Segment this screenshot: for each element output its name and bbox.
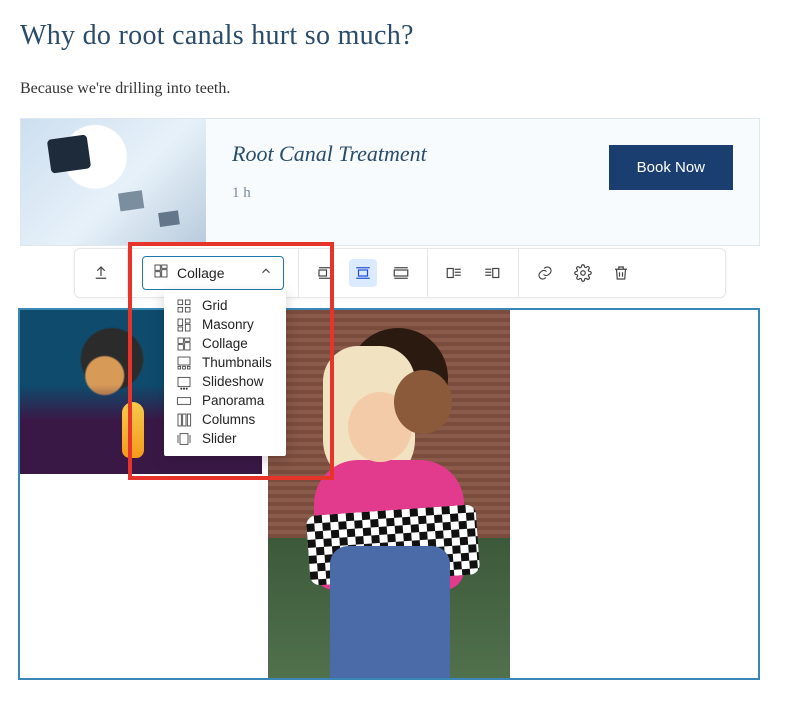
layout-option-label: Masonry xyxy=(202,316,254,333)
layout-option-slider[interactable]: Slider xyxy=(164,429,286,448)
layout-option-thumbnails[interactable]: Thumbnails xyxy=(164,353,286,372)
page-title: Why do root canals hurt so much? xyxy=(20,20,769,52)
wrap-right-icon[interactable] xyxy=(478,259,506,287)
chevron-up-icon xyxy=(259,264,273,283)
layout-dropdown: Grid Masonry Collage Thumbnails Slidesho… xyxy=(164,290,286,456)
settings-icon[interactable] xyxy=(569,259,597,287)
layout-select[interactable]: Collage xyxy=(142,256,284,290)
delete-icon[interactable] xyxy=(607,259,635,287)
link-icon[interactable] xyxy=(531,259,559,287)
service-title: Root Canal Treatment xyxy=(232,141,427,167)
layout-option-label: Thumbnails xyxy=(202,354,272,371)
layout-option-label: Collage xyxy=(202,335,248,352)
layout-option-panorama[interactable]: Panorama xyxy=(164,391,286,410)
layout-option-label: Grid xyxy=(202,297,228,314)
align-center-icon[interactable] xyxy=(349,259,377,287)
layout-select-label: Collage xyxy=(177,265,251,281)
service-duration: 1 h xyxy=(232,185,427,202)
book-now-button[interactable]: Book Now xyxy=(609,145,733,190)
service-thumbnail xyxy=(21,119,206,245)
gallery-image-2[interactable] xyxy=(268,310,510,678)
layout-option-grid[interactable]: Grid xyxy=(164,296,286,315)
layout-option-label: Panorama xyxy=(202,392,264,409)
image-gallery[interactable] xyxy=(18,308,760,680)
layout-option-columns[interactable]: Columns xyxy=(164,410,286,429)
layout-option-collage[interactable]: Collage xyxy=(164,334,286,353)
align-full-icon[interactable] xyxy=(387,259,415,287)
layout-option-slideshow[interactable]: Slideshow xyxy=(164,372,286,391)
collage-icon xyxy=(153,263,169,284)
layout-option-masonry[interactable]: Masonry xyxy=(164,315,286,334)
layout-option-label: Slideshow xyxy=(202,373,264,390)
service-card: Root Canal Treatment 1 h Book Now xyxy=(20,118,760,246)
page-subtext: Because we're drilling into teeth. xyxy=(20,80,769,98)
upload-icon[interactable] xyxy=(87,259,115,287)
layout-option-label: Columns xyxy=(202,411,255,428)
wrap-left-icon[interactable] xyxy=(440,259,468,287)
align-left-icon[interactable] xyxy=(311,259,339,287)
layout-option-label: Slider xyxy=(202,430,237,447)
